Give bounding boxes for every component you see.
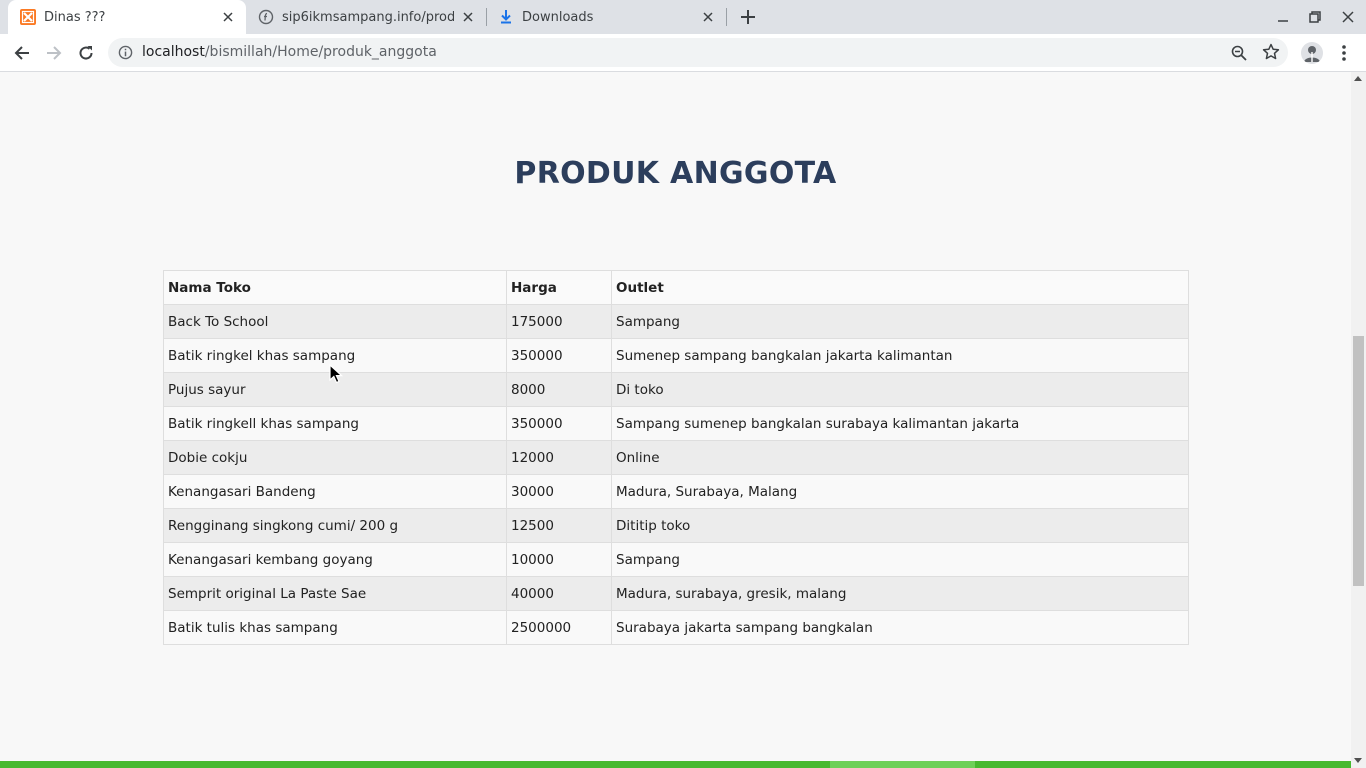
cell-harga: 40000 xyxy=(506,576,612,611)
cell-outlet: Sampang xyxy=(611,304,1189,339)
mouse-cursor-icon xyxy=(329,364,343,384)
arrow-left-icon xyxy=(14,46,29,60)
cell-nama-toko: Kenangasari Bandeng xyxy=(163,474,507,509)
cell-nama-toko: Rengginang singkong cumi/ 200 g xyxy=(163,508,507,543)
cell-harga: 350000 xyxy=(506,406,612,441)
new-tab-button[interactable] xyxy=(737,6,759,28)
column-header-nama-toko: Nama Toko xyxy=(163,270,507,305)
scrollbar-thumb[interactable] xyxy=(1353,336,1364,586)
close-tab-icon[interactable] xyxy=(220,9,236,25)
footer-bar-highlight xyxy=(830,761,975,768)
scroll-down-arrow-icon[interactable] xyxy=(1354,758,1362,763)
cell-outlet: Sampang sumenep bangkalan surabaya kalim… xyxy=(611,406,1189,441)
back-button[interactable] xyxy=(10,41,34,65)
info-icon[interactable] xyxy=(118,45,133,60)
table-row: Pujus sayur 8000 Di toko xyxy=(163,372,1189,407)
cell-nama-toko: Kenangasari kembang goyang xyxy=(163,542,507,577)
forward-button[interactable] xyxy=(42,41,66,65)
cell-harga: 12500 xyxy=(506,508,612,543)
tab-sip6ikmsampang[interactable]: sip6ikmsampang.info/produk xyxy=(246,0,486,34)
table-row: Back To School 175000 Sampang xyxy=(163,304,1189,339)
plus-icon xyxy=(741,10,755,24)
close-window-button[interactable] xyxy=(1337,6,1359,28)
cell-outlet: Sampang xyxy=(611,542,1189,577)
url-host: localhost xyxy=(142,44,205,60)
tab-separator xyxy=(726,8,727,26)
cell-outlet: Sumenep sampang bangkalan jakarta kalima… xyxy=(611,338,1189,373)
minimize-button[interactable] xyxy=(1272,6,1294,28)
table-row: Dobie cokju 12000 Online xyxy=(163,440,1189,475)
cell-harga: 2500000 xyxy=(506,610,612,645)
browser-toolbar: localhost/bismillah/Home/produk_anggota xyxy=(0,34,1366,72)
column-header-harga: Harga xyxy=(506,270,612,305)
cell-nama-toko: Batik ringkell khas sampang xyxy=(163,406,507,441)
vertical-scrollbar[interactable] xyxy=(1351,72,1366,768)
arrow-right-icon xyxy=(47,46,62,60)
tab-strip: Dinas ??? sip6ikmsampang.info/produk Dow… xyxy=(0,0,1366,34)
cell-harga: 175000 xyxy=(506,304,612,339)
restore-button[interactable] xyxy=(1304,6,1326,28)
menu-kebab-icon[interactable] xyxy=(1336,42,1352,64)
table-row: Rengginang singkong cumi/ 200 g 12500 Diti… xyxy=(163,508,1189,543)
footer-bar xyxy=(0,761,1351,768)
cell-harga: 350000 xyxy=(506,338,612,373)
table-row: Batik tulis khas sampang 2500000 Surabaya … xyxy=(163,610,1189,645)
xampp-icon xyxy=(20,9,36,25)
cell-outlet: Madura, Surabaya, Malang xyxy=(611,474,1189,509)
table-row: Batik ringkel khas sampang 350000 Sumenep … xyxy=(163,338,1189,373)
tab-dinas[interactable]: Dinas ??? xyxy=(8,0,246,34)
restore-icon xyxy=(1309,11,1321,23)
tab-title: Dinas ??? xyxy=(44,9,106,25)
close-icon xyxy=(1342,11,1354,23)
cell-harga: 8000 xyxy=(506,372,612,407)
table-row: Semprit original La Paste Sae 40000 Madura… xyxy=(163,576,1189,611)
minimize-icon xyxy=(1278,20,1288,22)
url-text[interactable]: localhost/bismillah/Home/produk_anggota xyxy=(142,44,437,60)
close-tab-icon[interactable] xyxy=(700,9,716,25)
table-header-row: Nama Toko Harga Outlet xyxy=(163,270,1189,305)
page-icon xyxy=(258,9,274,25)
scroll-up-arrow-icon[interactable] xyxy=(1354,76,1362,81)
profile-avatar-icon[interactable] xyxy=(1301,42,1323,64)
tab-downloads[interactable]: Downloads xyxy=(486,0,726,34)
cell-outlet: Online xyxy=(611,440,1189,475)
address-bar[interactable]: localhost/bismillah/Home/produk_anggota xyxy=(108,38,1288,67)
cell-nama-toko: Dobie cokju xyxy=(163,440,507,475)
cell-outlet: Dititip toko xyxy=(611,508,1189,543)
page-viewport: PRODUK ANGGOTA Nama Toko Harga Outlet Ba… xyxy=(0,72,1351,768)
download-icon xyxy=(498,9,514,25)
column-header-outlet: Outlet xyxy=(611,270,1189,305)
tab-title: sip6ikmsampang.info/produk xyxy=(282,9,454,25)
cell-harga: 12000 xyxy=(506,440,612,475)
cell-nama-toko: Batik tulis khas sampang xyxy=(163,610,507,645)
reload-button[interactable] xyxy=(74,41,98,65)
zoom-icon[interactable] xyxy=(1230,44,1248,62)
cell-outlet: Surabaya jakarta sampang bangkalan xyxy=(611,610,1189,645)
table-row: Kenangasari kembang goyang 10000 Sampang xyxy=(163,542,1189,577)
produk-table: Nama Toko Harga Outlet Back To School 175… xyxy=(163,270,1189,645)
tab-title: Downloads xyxy=(522,9,594,25)
table-row: Kenangasari Bandeng 30000 Madura, Surabaya… xyxy=(163,474,1189,509)
table-row: Batik ringkell khas sampang 350000 Sampang… xyxy=(163,406,1189,441)
close-tab-icon[interactable] xyxy=(460,9,476,25)
reload-icon xyxy=(79,46,93,60)
cell-harga: 10000 xyxy=(506,542,612,577)
url-path: /bismillah/Home/produk_anggota xyxy=(204,44,437,60)
cell-outlet: Di toko xyxy=(611,372,1189,407)
cell-nama-toko: Semprit original La Paste Sae xyxy=(163,576,507,611)
cell-outlet: Madura, surabaya, gresik, malang xyxy=(611,576,1189,611)
cell-harga: 30000 xyxy=(506,474,612,509)
page-title: PRODUK ANGGOTA xyxy=(514,156,837,191)
cell-nama-toko: Back To School xyxy=(163,304,507,339)
bookmark-star-icon[interactable] xyxy=(1262,43,1280,61)
